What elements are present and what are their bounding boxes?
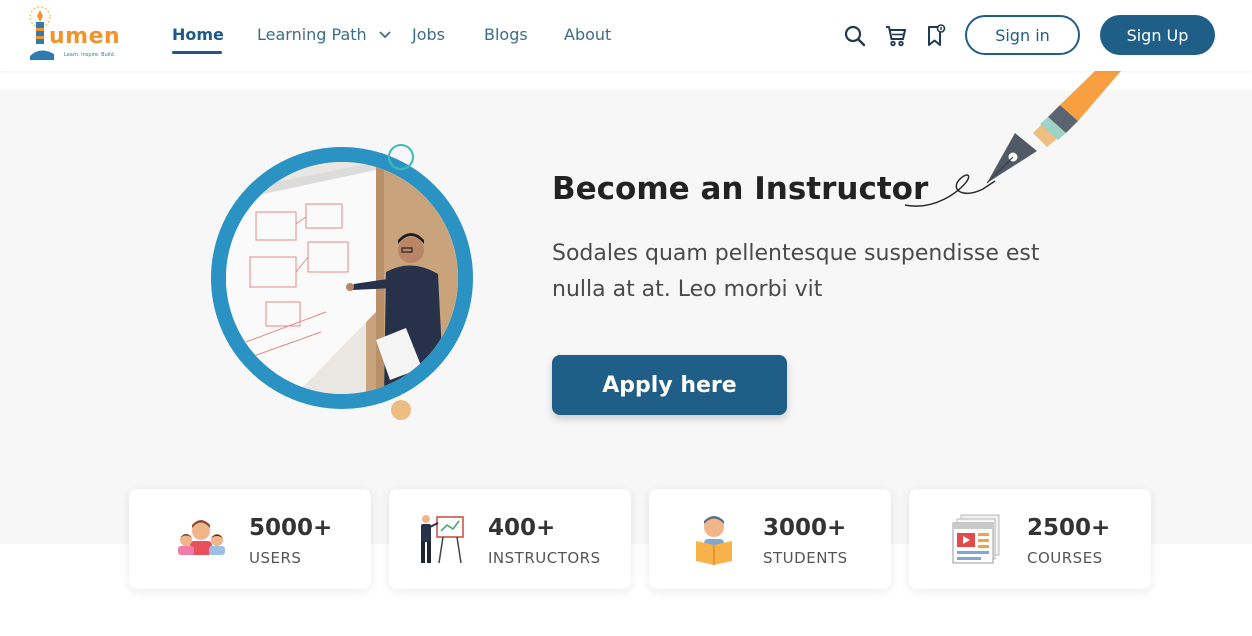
student-icon	[696, 516, 732, 565]
logo[interactable]: umen Learn. Inspire. Build.	[24, 4, 120, 66]
users-icon	[178, 520, 225, 555]
stat-label: INSTRUCTORS	[488, 549, 601, 567]
stat-label: USERS	[249, 549, 302, 567]
apply-button[interactable]: Apply here	[552, 355, 787, 415]
instructor-image	[226, 162, 458, 394]
sign-up-button[interactable]: Sign Up	[1100, 15, 1215, 55]
bookmark-icon[interactable]	[924, 24, 948, 48]
stat-label: COURSES	[1027, 549, 1103, 567]
stat-card-courses: 2500+ COURSES	[909, 489, 1151, 589]
sign-in-button[interactable]: Sign in	[965, 15, 1080, 55]
nav-jobs[interactable]: Jobs	[412, 25, 445, 44]
stat-card-students: 3000+ STUDENTS	[649, 489, 891, 589]
stat-label: STUDENTS	[763, 549, 848, 567]
stat-card-instructors: 400+ INSTRUCTORS	[389, 489, 631, 589]
nav-blogs[interactable]: Blogs	[484, 25, 528, 44]
nav-about[interactable]: About	[564, 25, 611, 44]
search-icon[interactable]	[843, 24, 867, 48]
logo-tagline: Learn. Inspire. Build.	[64, 52, 116, 58]
stat-value: 400+	[488, 515, 556, 541]
hero-title: Become an Instructor	[552, 171, 929, 207]
decorative-circle	[388, 144, 414, 170]
instructor-photo	[211, 147, 473, 409]
nav-learning-path[interactable]: Learning Path	[257, 25, 367, 44]
stat-card-users: 5000+ USERS	[129, 489, 371, 589]
cart-icon[interactable]	[884, 24, 908, 48]
courses-icon	[952, 514, 1000, 564]
chevron-down-icon[interactable]	[378, 30, 392, 40]
logo-wordmark: umen	[49, 24, 121, 49]
nav-active-indicator	[172, 51, 222, 54]
hero-description: Sodales quam pellentesque suspendisse es…	[552, 241, 1040, 302]
instructor-icon	[421, 515, 464, 564]
nav-home[interactable]: Home	[172, 25, 224, 44]
fountain-pen-icon	[904, 71, 1121, 207]
decorative-dot	[391, 400, 411, 420]
stat-value: 2500+	[1027, 515, 1111, 541]
stat-value: 5000+	[249, 515, 333, 541]
site-header: umen Learn. Inspire. Build. Home Learnin…	[0, 0, 1252, 71]
stat-value: 3000+	[763, 515, 847, 541]
